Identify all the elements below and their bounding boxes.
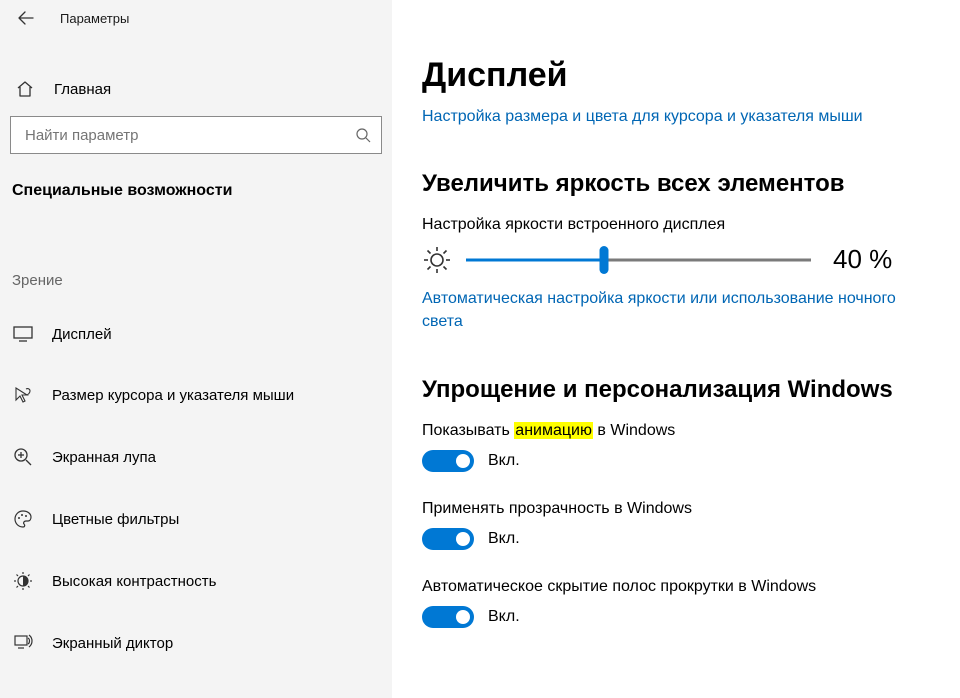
arrow-left-icon: [18, 10, 34, 26]
window-title: Параметры: [60, 11, 129, 26]
nav-cursor-size[interactable]: Размер курсора и указателя мыши: [0, 371, 392, 419]
toggle-knob: [456, 610, 470, 624]
toggle-state: Вкл.: [488, 608, 520, 626]
magnifier-plus-icon: [12, 447, 34, 467]
nav-magnifier[interactable]: Экранная лупа: [0, 433, 392, 481]
label-brightness: Настройка яркости встроенного дисплея: [422, 216, 940, 234]
toggle-scrollbars-row: Вкл.: [422, 606, 940, 628]
label-scrollbars: Автоматическое скрытие полос прокрутки в…: [422, 578, 940, 596]
search-box[interactable]: [10, 116, 382, 154]
link-auto-brightness[interactable]: Автоматическая настройка яркости или исп…: [422, 287, 940, 333]
toggle-animations-row: Вкл.: [422, 450, 940, 472]
back-button[interactable]: [14, 6, 38, 30]
sun-icon: [422, 245, 452, 275]
toggle-state: Вкл.: [488, 452, 520, 470]
link-cursor-settings[interactable]: Настройка размера и цвета для курсора и …: [422, 105, 940, 128]
nav-label: Экранный диктор: [52, 635, 173, 652]
toggle-knob: [456, 532, 470, 546]
label-animations: Показывать анимацию в Windows: [422, 422, 940, 440]
nav-high-contrast[interactable]: Высокая контрастность: [0, 557, 392, 605]
slider-fill: [466, 258, 604, 261]
main-content: Дисплей Настройка размера и цвета для ку…: [392, 0, 960, 698]
heading-simplify: Упрощение и персонализация Windows: [422, 376, 940, 404]
nav-label: Экранная лупа: [52, 449, 156, 466]
palette-icon: [12, 509, 34, 529]
page-title: Дисплей: [422, 56, 940, 95]
highlight-animation: анимацию: [514, 422, 593, 439]
toggle-knob: [456, 454, 470, 468]
narrator-icon: [12, 633, 34, 653]
label-transparency: Применять прозрачность в Windows: [422, 500, 940, 518]
toggle-state: Вкл.: [488, 530, 520, 548]
nav-display[interactable]: Дисплей: [0, 311, 392, 357]
nav-home-label: Главная: [54, 81, 111, 98]
monitor-icon: [12, 325, 34, 343]
home-icon: [14, 80, 36, 98]
toggle-transparency-row: Вкл.: [422, 528, 940, 550]
titlebar: Параметры: [0, 0, 392, 36]
contrast-icon: [12, 571, 34, 591]
nav-narrator[interactable]: Экранный диктор: [0, 619, 392, 667]
nav-label: Размер курсора и указателя мыши: [52, 387, 294, 404]
nav-label: Высокая контрастность: [52, 573, 216, 590]
sidebar-group: Зрение: [0, 200, 392, 297]
sidebar-section: Специальные возможности: [0, 154, 392, 200]
nav-label: Дисплей: [52, 326, 112, 343]
brightness-value: 40 %: [833, 244, 892, 275]
toggle-transparency[interactable]: [422, 528, 474, 550]
cursor-pointer-icon: [12, 385, 34, 405]
toggle-scrollbars[interactable]: [422, 606, 474, 628]
sidebar: Параметры Главная Специальные возможност…: [0, 0, 392, 698]
toggle-animations[interactable]: [422, 450, 474, 472]
nav-label: Цветные фильтры: [52, 511, 179, 528]
search-input[interactable]: [25, 127, 355, 144]
slider-thumb[interactable]: [600, 246, 609, 274]
search-icon: [355, 127, 371, 143]
nav-color-filters[interactable]: Цветные фильтры: [0, 495, 392, 543]
heading-brightness: Увеличить яркость всех элементов: [422, 170, 940, 198]
nav-home[interactable]: Главная: [0, 70, 392, 108]
brightness-control: 40 %: [422, 244, 940, 275]
brightness-slider[interactable]: [466, 248, 811, 272]
